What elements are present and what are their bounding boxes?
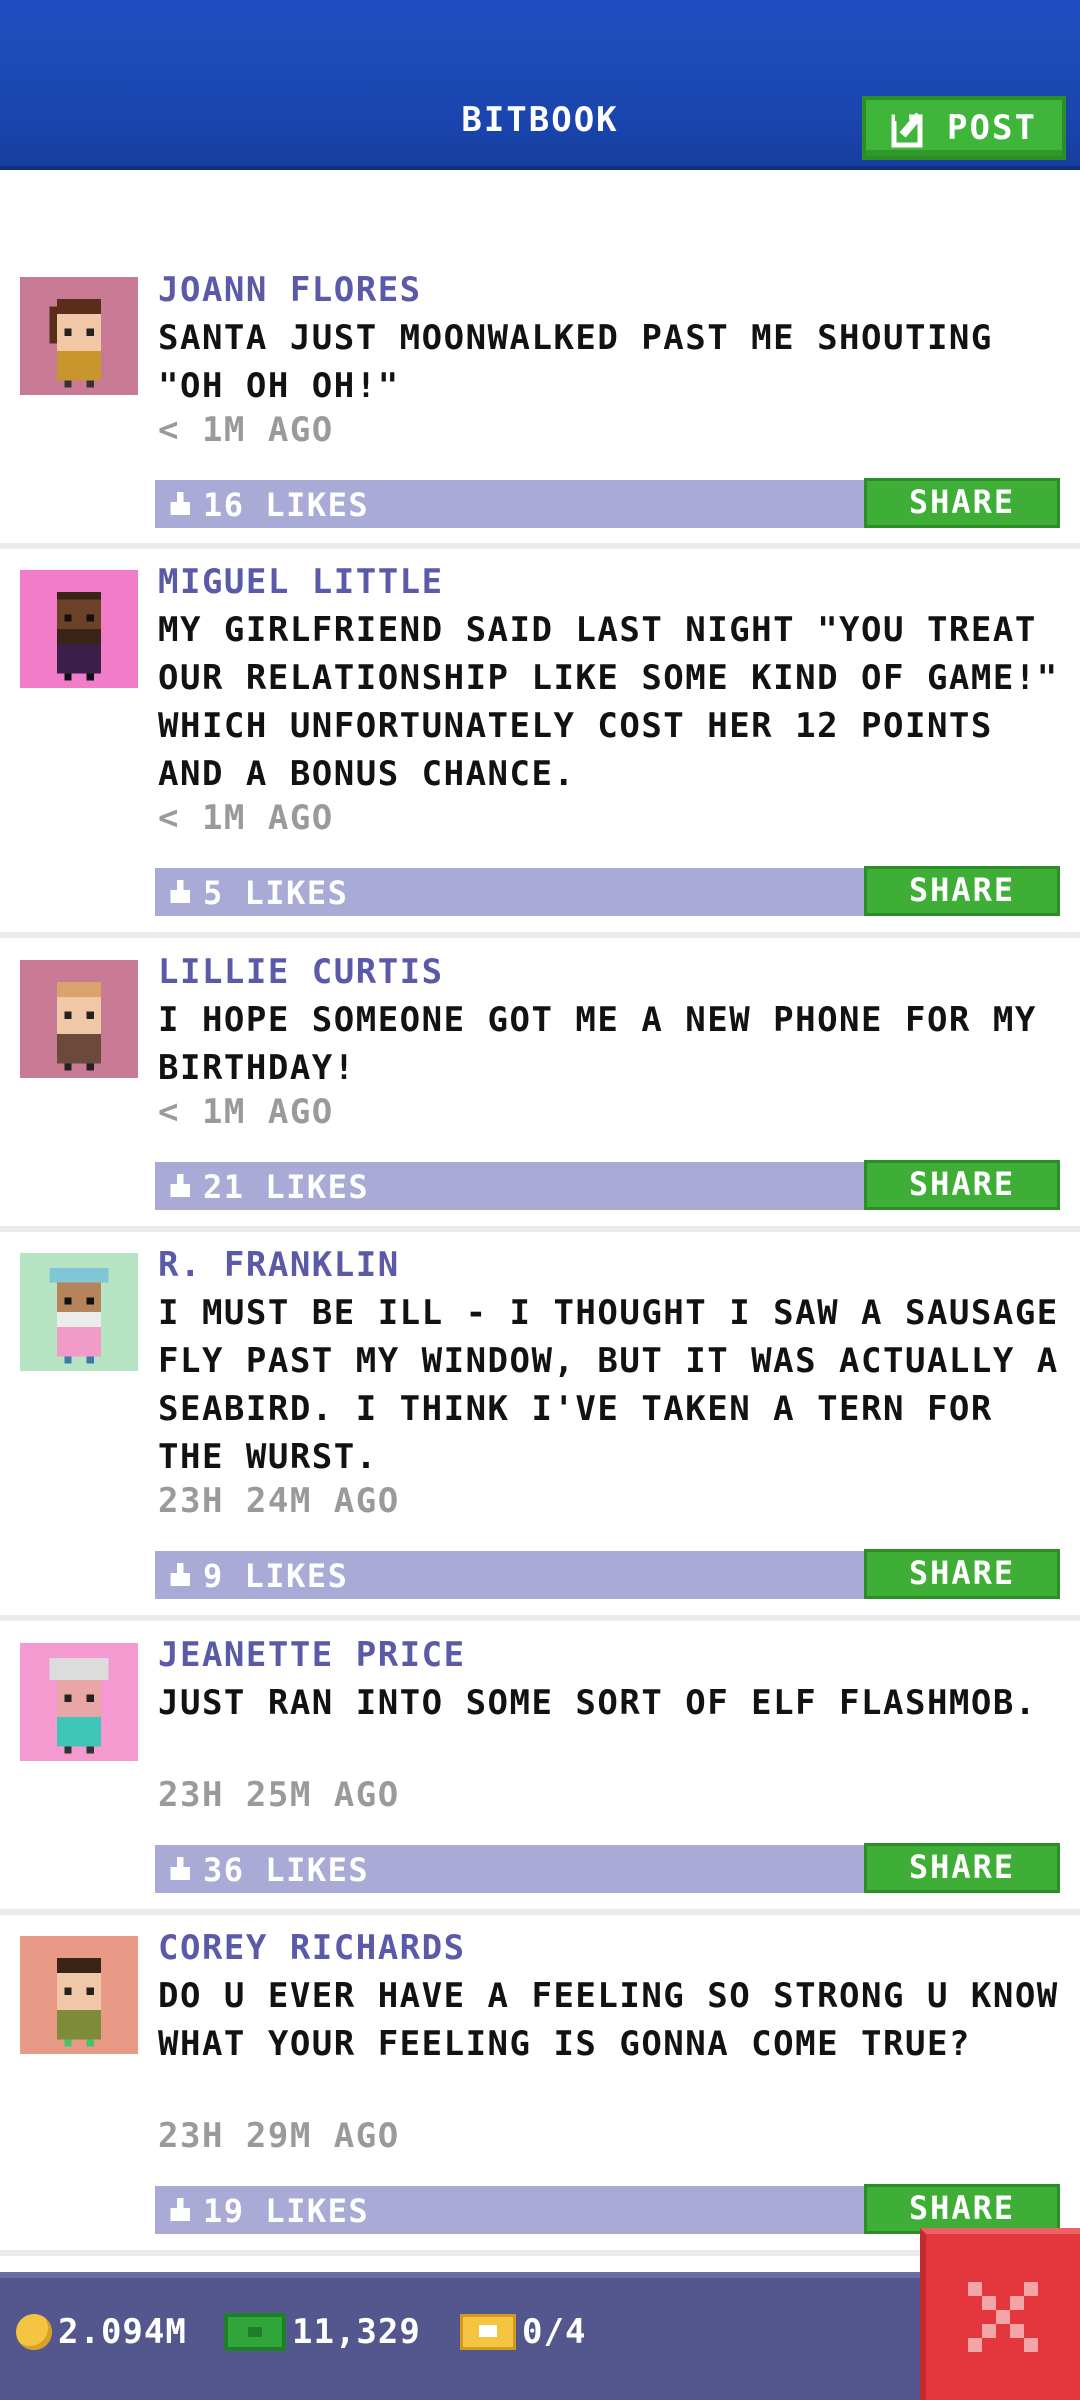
avatar[interactable] xyxy=(20,1936,138,2054)
post-button[interactable]: POST xyxy=(862,96,1066,160)
bux-icon xyxy=(224,2313,286,2351)
status-bar: 2.094M 11,329 0/4 xyxy=(0,2272,1080,2400)
likes-count: 16 LIKES xyxy=(203,486,370,524)
share-button[interactable]: SHARE xyxy=(864,866,1060,916)
avatar[interactable] xyxy=(20,1253,138,1371)
like-bar: 21 LIKES SHARE xyxy=(155,1160,1060,1210)
coin-icon xyxy=(16,2314,52,2350)
likes-count: 9 LIKES xyxy=(203,1557,349,1595)
share-button[interactable]: SHARE xyxy=(864,1160,1060,1210)
post-author[interactable]: R. FRANKLIN xyxy=(158,1245,400,1285)
likes-count-wrap[interactable]: 9 LIKES xyxy=(167,1557,348,1595)
thumb-up-icon xyxy=(170,1563,190,1586)
likes-count-wrap[interactable]: 21 LIKES xyxy=(167,1168,369,1206)
ticket-icon xyxy=(460,2314,516,2350)
thumb-up-icon xyxy=(170,492,190,515)
post-message: DO U EVER HAVE A FEELING SO STRONG U KNO… xyxy=(158,1976,1059,2064)
post-message: JUST RAN INTO SOME SORT OF ELF FLASHMOB. xyxy=(158,1683,1037,1723)
edit-icon xyxy=(891,108,931,148)
like-bar: 9 LIKES SHARE xyxy=(155,1549,1060,1599)
likes-count-wrap[interactable]: 36 LIKES xyxy=(167,1851,369,1889)
likes-count: 19 LIKES xyxy=(203,2192,370,2230)
thumb-up-icon xyxy=(170,2198,190,2221)
divider xyxy=(0,1226,1080,1232)
close-button[interactable] xyxy=(920,2228,1080,2400)
avatar[interactable] xyxy=(20,960,138,1078)
likes-count-wrap[interactable]: 19 LIKES xyxy=(167,2192,369,2230)
avatar[interactable] xyxy=(20,277,138,395)
feed-list[interactable]: JOANN FLORES SANTA JUST MOONWALKED PAST … xyxy=(0,170,1080,2270)
post-author[interactable]: JEANETTE PRICE xyxy=(158,1635,466,1675)
post-button-label: POST xyxy=(947,108,1037,148)
post-author[interactable]: COREY RICHARDS xyxy=(158,1928,466,1968)
header-bar: BITBOOK POST xyxy=(0,0,1080,170)
likes-count: 21 LIKES xyxy=(203,1168,370,1206)
tickets-stat: 0/4 xyxy=(460,2312,586,2352)
post-message: MY GIRLFRIEND SAID LAST NIGHT "YOU TREAT… xyxy=(158,610,1059,794)
divider xyxy=(0,543,1080,549)
like-bar: 5 LIKES SHARE xyxy=(155,866,1060,916)
likes-count-wrap[interactable]: 16 LIKES xyxy=(167,486,369,524)
avatar[interactable] xyxy=(20,570,138,688)
coins-stat: 2.094M xyxy=(16,2312,187,2352)
post-message: SANTA JUST MOONWALKED PAST ME SHOUTING "… xyxy=(158,318,993,406)
like-bar: 36 LIKES SHARE xyxy=(155,1843,1060,1893)
divider xyxy=(0,932,1080,938)
divider xyxy=(0,1909,1080,1915)
post-author[interactable]: MIGUEL LITTLE xyxy=(158,562,444,602)
thumb-up-icon xyxy=(170,1857,190,1880)
likes-count: 5 LIKES xyxy=(203,874,349,912)
thumb-up-icon xyxy=(170,1174,190,1197)
post-author[interactable]: LILLIE CURTIS xyxy=(158,952,444,992)
post-author[interactable]: JOANN FLORES xyxy=(158,270,422,310)
close-icon xyxy=(968,2282,1038,2352)
post-timestamp: < 1M AGO xyxy=(158,1092,334,1132)
post-timestamp: < 1M AGO xyxy=(158,798,334,838)
avatar[interactable] xyxy=(20,1643,138,1761)
post-timestamp: 23H 24M AGO xyxy=(158,1481,400,1521)
post-timestamp: 23H 25M AGO xyxy=(158,1775,400,1815)
likes-count: 36 LIKES xyxy=(203,1851,370,1889)
share-button[interactable]: SHARE xyxy=(864,478,1060,528)
divider xyxy=(0,2250,1080,2256)
coins-value: 2.094M xyxy=(58,2312,187,2352)
post-message: I MUST BE ILL - I THOUGHT I SAW A SAUSAG… xyxy=(158,1293,1059,1477)
post-message: I HOPE SOMEONE GOT ME A NEW PHONE FOR MY… xyxy=(158,1000,1037,1088)
tickets-value: 0/4 xyxy=(522,2312,587,2352)
header-top-edge xyxy=(0,0,1080,10)
share-button[interactable]: SHARE xyxy=(864,2184,1060,2234)
bux-value: 11,329 xyxy=(292,2312,421,2352)
likes-count-wrap[interactable]: 5 LIKES xyxy=(167,874,348,912)
like-bar: 16 LIKES SHARE xyxy=(155,478,1060,528)
share-button[interactable]: SHARE xyxy=(864,1843,1060,1893)
divider xyxy=(0,1615,1080,1621)
post-timestamp: < 1M AGO xyxy=(158,410,334,450)
bux-stat: 11,329 xyxy=(224,2312,421,2352)
post-timestamp: 23H 29M AGO xyxy=(158,2116,400,2156)
share-button[interactable]: SHARE xyxy=(864,1549,1060,1599)
like-bar: 19 LIKES SHARE xyxy=(155,2184,1060,2234)
thumb-up-icon xyxy=(170,880,190,903)
